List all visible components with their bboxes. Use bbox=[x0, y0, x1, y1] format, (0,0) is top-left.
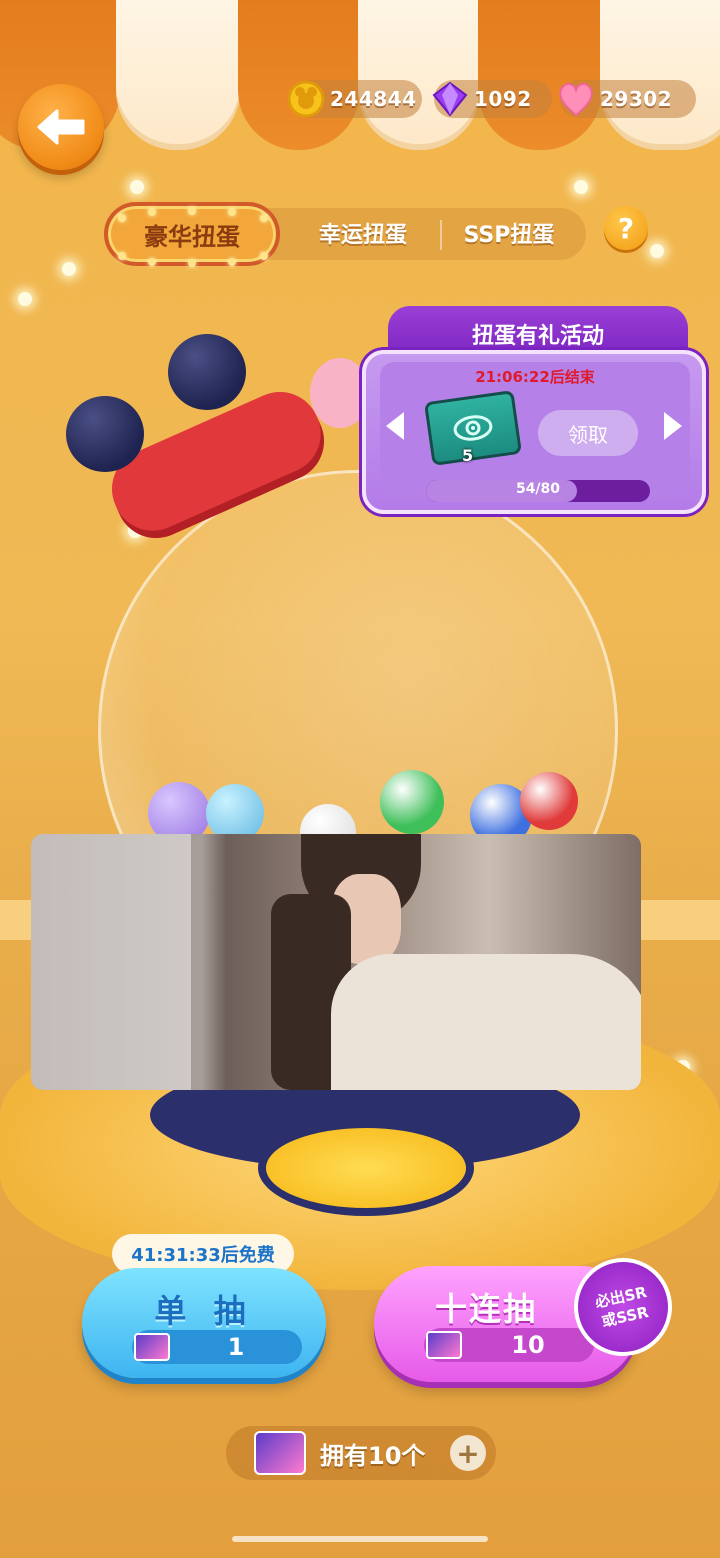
ticket-icon bbox=[426, 1331, 462, 1359]
coin-counter[interactable]: 244844 bbox=[287, 80, 422, 118]
next-arrow-icon[interactable] bbox=[664, 412, 682, 440]
single-draw-label: 单 抽 bbox=[154, 1292, 254, 1330]
coat bbox=[331, 954, 641, 1090]
home-indicator[interactable] bbox=[232, 1536, 488, 1542]
progress-text: 54/80 bbox=[515, 481, 561, 497]
arrow-left-icon bbox=[37, 109, 85, 145]
ten-draw-cost: 10 bbox=[424, 1328, 594, 1362]
coin-icon bbox=[286, 79, 326, 119]
add-tickets-button[interactable]: + bbox=[450, 1435, 486, 1471]
free-timer: 41:31:33后免费 bbox=[131, 1245, 275, 1266]
claim-button[interactable]: 领取 bbox=[538, 410, 638, 456]
ten-cost-value: 10 bbox=[511, 1331, 545, 1359]
tab-ssp-gacha[interactable]: SSP扭蛋 bbox=[444, 210, 574, 256]
mickey-ear-right bbox=[168, 334, 246, 410]
tab-divider bbox=[440, 220, 442, 250]
tab-label: 幸运扭蛋 bbox=[318, 223, 407, 248]
tab-label: 豪华扭蛋 bbox=[144, 222, 240, 251]
help-button[interactable]: ? bbox=[604, 206, 648, 250]
ticket-icon bbox=[134, 1333, 170, 1361]
prev-arrow-icon[interactable] bbox=[386, 412, 404, 440]
claim-label: 领取 bbox=[568, 422, 608, 447]
question-icon: ? bbox=[617, 211, 635, 245]
plus-icon: + bbox=[456, 1436, 480, 1470]
activity-timer: 21:06:22后结束 bbox=[475, 368, 595, 386]
mickey-ear-left bbox=[66, 396, 144, 472]
curtain bbox=[31, 834, 191, 1090]
owned-label: 拥有10个 bbox=[320, 1441, 426, 1470]
activity-title: 扭蛋有礼活动 bbox=[471, 324, 604, 349]
piglet-character bbox=[310, 358, 370, 428]
tab-deluxe-gacha[interactable]: 豪华扭蛋 bbox=[104, 202, 280, 267]
single-cost-value: 1 bbox=[227, 1333, 245, 1361]
owned-tickets: 拥有10个 + bbox=[226, 1426, 496, 1480]
gem-icon bbox=[430, 79, 470, 119]
gem-value: 1092 bbox=[474, 87, 532, 111]
back-button[interactable] bbox=[18, 84, 104, 170]
coin-slot[interactable] bbox=[258, 1120, 474, 1216]
tab-lucky-gacha[interactable]: 幸运扭蛋 bbox=[288, 210, 438, 256]
tab-label: SSP扭蛋 bbox=[463, 223, 555, 248]
single-draw-cost: 1 bbox=[132, 1330, 302, 1364]
reward-count: 5 bbox=[462, 446, 474, 465]
single-draw-button[interactable]: 单 抽 1 bbox=[82, 1268, 326, 1378]
video-overlay[interactable] bbox=[31, 834, 641, 1090]
heart-value: 29302 bbox=[600, 87, 673, 111]
gem-counter[interactable]: 1092 bbox=[432, 80, 552, 118]
heart-icon bbox=[556, 79, 596, 119]
ticket-icon bbox=[254, 1431, 306, 1475]
coin-value: 244844 bbox=[330, 87, 417, 111]
heart-counter[interactable]: 29302 bbox=[559, 80, 696, 118]
